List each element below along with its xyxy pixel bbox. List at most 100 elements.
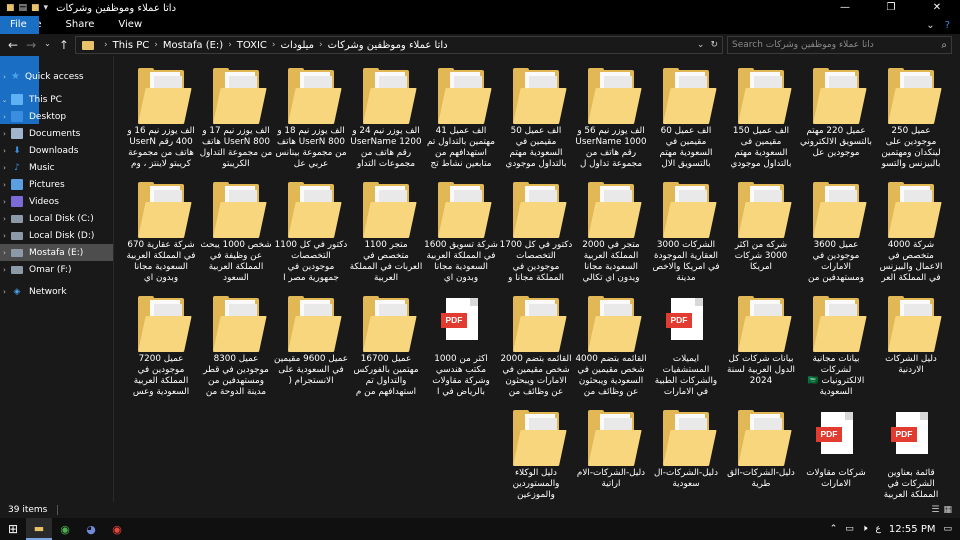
maximize-button[interactable]: ❐ [868, 0, 914, 16]
folder-item[interactable]: شركة تسويق 1600 في المملكة العربية السعو… [424, 178, 498, 286]
taskbar-chrome[interactable]: ◉ [52, 518, 78, 540]
sidebar-item-pictures[interactable]: › Pictures [0, 176, 113, 193]
notifications-icon[interactable]: ▭ [943, 524, 952, 534]
sidebar-item-local-disk-d[interactable]: › Local Disk (D:) [0, 227, 113, 244]
chevron-right-icon[interactable]: › [0, 288, 9, 296]
taskbar-chrome-2[interactable]: ◉ [104, 518, 130, 540]
chevron-right-icon[interactable]: › [0, 215, 9, 223]
start-button[interactable]: ⊞ [0, 518, 26, 540]
sidebar-item-mostafa-e[interactable]: › Mostafa (E:) [0, 244, 113, 261]
tab-share[interactable]: Share [54, 16, 107, 34]
folder-item[interactable]: دكتور في كل 1700 التخصصات موجودين في الم… [499, 178, 573, 286]
folder-item[interactable]: الشركات 3000 العقارية الموجودة في امريكا… [649, 178, 723, 286]
folder-small-icon[interactable]: ■ [6, 3, 15, 13]
folder-item[interactable]: دليل-الشركات-الق طرية [724, 406, 798, 514]
input-language[interactable]: ع [875, 524, 880, 534]
chevron-right-icon[interactable]: › [0, 130, 9, 138]
details-view-icon[interactable]: ☰ [931, 505, 939, 515]
chevron-right-icon[interactable]: › [0, 198, 9, 206]
tab-view[interactable]: View [106, 16, 154, 34]
chevron-right-icon[interactable]: › [0, 249, 9, 257]
sidebar-item-this-pc[interactable]: ⌄ This PC [0, 91, 113, 108]
folder-item[interactable]: عميل 7200 موجودين في المملكة العربية الس… [124, 292, 198, 400]
chevron-right-icon[interactable]: › [0, 73, 9, 81]
sidebar-item-videos[interactable]: › Videos [0, 193, 113, 210]
folder-item[interactable]: عميل 3600 موجودين في الامارات ومستهدفين … [799, 178, 873, 286]
large-icons-view-icon[interactable]: ▦ [943, 505, 952, 515]
chevron-right-icon[interactable]: › [270, 40, 278, 50]
address-dropdown-icon[interactable]: ⌄ [697, 40, 705, 50]
chevron-right-icon[interactable]: › [102, 40, 110, 50]
folder-item[interactable]: شركه من اكثر 3000 شركات امريكا [724, 178, 798, 286]
pdf-file-item[interactable]: PDF قائمة بعناوين الشركات في المملكة العر… [874, 406, 948, 514]
breadcrumb-drive[interactable]: Mostafa (E:) [160, 40, 226, 51]
help-icon[interactable]: ? [945, 20, 950, 31]
forward-arrow-icon[interactable]: → [26, 38, 36, 52]
chevron-right-icon[interactable]: › [0, 266, 9, 274]
search-input[interactable]: Search داتا عملاء وموظفين وشركات ⌕ [727, 36, 952, 54]
pdf-file-item[interactable]: PDF شركات مقاولات الامارات [799, 406, 873, 514]
folder-item[interactable]: الف يوزر نيم 18 و 800 UserN هاتف من مجمو… [274, 64, 348, 172]
show-hidden-icons-icon[interactable]: ⌃ [830, 524, 838, 534]
chevron-right-icon[interactable]: › [0, 147, 9, 155]
folder-item[interactable]: الف عميل 41 مهتمين بالتداول تم استهدافهم… [424, 64, 498, 172]
up-arrow-icon[interactable]: ↑ [59, 38, 69, 52]
folder-item[interactable]: الف يوزر نيم 56 و 1000 UserName رقم هاتف… [574, 64, 648, 172]
folder-item[interactable]: عميل 16700 مهتمين بالفوركس والتداول تم ا… [349, 292, 423, 400]
folder-item[interactable]: دليل الوكلاء والمستوردين والموزعين [499, 406, 573, 514]
pdf-file-item[interactable]: PDF ايميلات المستشفيات والشركات الطبية في… [649, 292, 723, 400]
minimize-button[interactable]: — [822, 0, 868, 16]
breadcrumb-current[interactable]: داتا عملاء وموظفين وشركات [325, 40, 451, 51]
sidebar-item-music[interactable]: › ♪ Music [0, 159, 113, 176]
folder-item[interactable]: دليل-الشركات-الام اراتية [574, 406, 648, 514]
chevron-right-icon[interactable]: › [317, 40, 325, 50]
chevron-right-icon[interactable]: › [226, 40, 234, 50]
breadcrumb-this-pc[interactable]: This PC [110, 40, 153, 51]
folder-item[interactable]: بيانات مجانية لشركات الالكترونيات 🇸🇦 الس… [799, 292, 873, 400]
folder-item[interactable]: الف عميل 50 مقيمين في السعودية مهتم بالت… [499, 64, 573, 172]
sidebar-item-documents[interactable]: › Documents [0, 125, 113, 142]
sidebar-item-omar-f[interactable]: › Omar (F:) [0, 261, 113, 278]
recent-locations-icon[interactable]: ⌄ [44, 38, 51, 52]
close-button[interactable]: ✕ [914, 0, 960, 16]
folder-item[interactable]: الف يوزر نيم 17 و 800 UserN هاتف من مجمو… [199, 64, 273, 172]
sidebar-item-desktop[interactable]: › Desktop [0, 108, 113, 125]
folder-item[interactable]: الف يوزر نيم 24 و 1200 UserName رقم هاتف… [349, 64, 423, 172]
new-folder-icon[interactable]: ■ [31, 3, 40, 13]
folder-item[interactable]: عميل 220 مهتم بالتسويق الالكتروني موجودي… [799, 64, 873, 172]
chevron-down-icon[interactable]: ⌄ [0, 96, 9, 104]
folder-item[interactable]: القائمه بتضم 4000 شخص مقيمين في السعودية… [574, 292, 648, 400]
customize-dropdown-icon[interactable]: ▾ [44, 3, 49, 13]
taskbar-discord[interactable]: ◕ [78, 518, 104, 540]
chevron-right-icon[interactable]: › [0, 181, 9, 189]
chevron-right-icon[interactable]: › [0, 113, 9, 121]
breadcrumb-parent[interactable]: ميلودات [278, 40, 318, 51]
refresh-icon[interactable]: ↻ [710, 40, 718, 50]
expand-ribbon-icon[interactable]: ⌄ [926, 20, 934, 31]
folder-item[interactable]: عميل 9600 مقيمين في السعودية على الانستج… [274, 292, 348, 400]
folder-item[interactable]: عميل 250 موجودين على لينكدان ومهتمين بال… [874, 64, 948, 172]
folder-item[interactable]: شركة عقارية 670 في المملكة العربية السعو… [124, 178, 198, 286]
chevron-right-icon[interactable]: › [152, 40, 160, 50]
folder-item[interactable]: دكتور في كل 1100 التخصصات موجودين في جمه… [274, 178, 348, 286]
breadcrumb-toxic[interactable]: TOXIC [234, 40, 270, 51]
folder-item[interactable]: بيانات شركات كل الدول العربية لسنة 2024 [724, 292, 798, 400]
folder-item[interactable]: دليل-الشركات-ال سعودية [649, 406, 723, 514]
sidebar-item-network[interactable]: › ◈ Network [0, 283, 113, 300]
pdf-file-item[interactable]: PDF أكثر من 1000 مكتب هندسي وشركة مقاولات… [424, 292, 498, 400]
folder-item[interactable]: دليل الشركات الاردنية [874, 292, 948, 400]
sidebar-item-quick-access[interactable]: › ★ Quick access [0, 68, 113, 85]
clock-time[interactable]: 12:55 PM [889, 524, 936, 535]
back-arrow-icon[interactable]: ← [8, 38, 18, 52]
properties-icon[interactable]: ▤ [19, 3, 28, 13]
taskbar-explorer[interactable]: ▬ [26, 518, 52, 540]
folder-item[interactable]: الف عميل 150 مقيمين فى السعودية مهتم بال… [724, 64, 798, 172]
chevron-right-icon[interactable]: › [0, 164, 9, 172]
sidebar-item-local-disk-c[interactable]: › Local Disk (C:) [0, 210, 113, 227]
network-tray-icon[interactable]: ▭ [845, 524, 854, 534]
folder-item[interactable]: شخص 1000 يبحث عن وظيفة في المملكة العربي… [199, 178, 273, 286]
sidebar-item-downloads[interactable]: › ⬇ Downloads [0, 142, 113, 159]
folder-item[interactable]: شركة 4000 متخصص في الاعمال والبيزنس في ا… [874, 178, 948, 286]
folder-item[interactable]: متجر في 2000 المملكة العربية السعودية مج… [574, 178, 648, 286]
chevron-right-icon[interactable]: › [0, 232, 9, 240]
